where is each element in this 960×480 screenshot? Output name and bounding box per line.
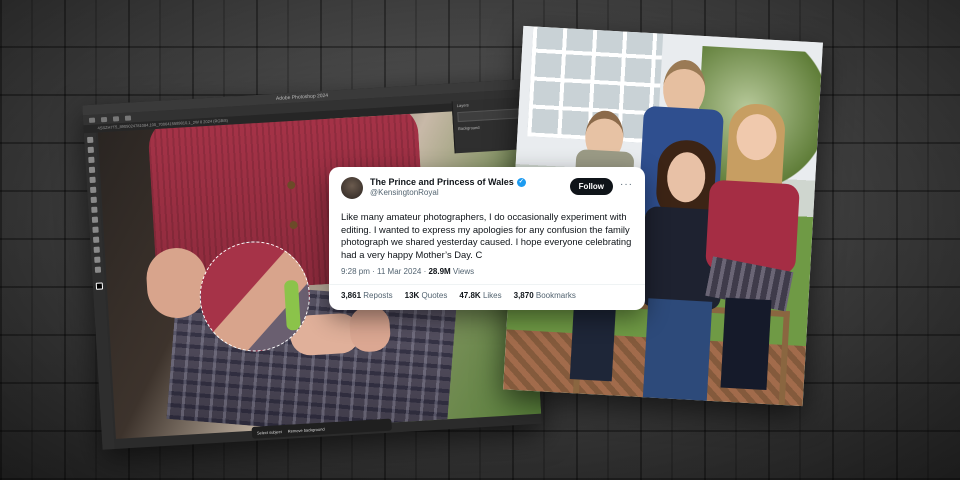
more-options-icon[interactable]: ···: [620, 177, 633, 193]
verified-badge-icon: ✓: [516, 177, 526, 187]
display-name[interactable]: The Prince and Princess of Wales: [370, 177, 514, 187]
ps-layers-panel: Layers Background: [451, 97, 526, 154]
likes-label: Likes: [482, 291, 502, 301]
type-tool-icon[interactable]: [93, 246, 100, 253]
eraser-tool-icon[interactable]: [91, 216, 99, 223]
tweet-author: The Prince and Princess of Wales ✓ @Kens…: [370, 177, 570, 197]
follow-button[interactable]: Follow: [569, 178, 613, 195]
bookmarks-stat[interactable]: 3,870 Bookmarks: [514, 291, 576, 300]
divider: [329, 284, 645, 286]
reposts-label: Reposts: [363, 291, 393, 301]
avatar[interactable]: [341, 177, 363, 199]
views-count: 28.9M: [428, 267, 451, 277]
display-name-row[interactable]: The Prince and Princess of Wales ✓: [370, 177, 570, 187]
crop-tool-icon[interactable]: [88, 166, 96, 174]
select-subject-button[interactable]: Select subject: [257, 429, 282, 435]
reposts-count: 3,861: [341, 291, 362, 301]
clone-tool-icon[interactable]: [91, 206, 98, 213]
tweet-header: The Prince and Princess of Wales ✓ @Kens…: [341, 177, 633, 207]
reposts-stat[interactable]: 3,861 Reposts: [341, 291, 393, 300]
bookmarks-count: 3,870: [513, 291, 534, 301]
likes-count: 47.8K: [459, 291, 481, 301]
quotes-count: 13K: [404, 291, 420, 301]
canvas-hand: [348, 305, 392, 353]
marquee-tool-icon[interactable]: [87, 146, 94, 154]
tweet-timestamp[interactable]: 9:28 pm · 11 Mar 2024 ·: [341, 267, 428, 276]
lasso-icon[interactable]: [100, 116, 108, 122]
foreground-color-swatch[interactable]: [95, 282, 103, 290]
feather-icon[interactable]: [124, 114, 132, 121]
zoom-tool-icon[interactable]: [94, 266, 102, 273]
hand-tool-icon[interactable]: [94, 256, 101, 263]
photo-girl: [698, 102, 804, 397]
pen-tool-icon[interactable]: [92, 236, 100, 243]
move-tool-icon[interactable]: [87, 136, 94, 144]
tweet-meta: 9:28 pm · 11 Mar 2024 · 28.9M Views: [341, 267, 633, 276]
layer-name: Background: [458, 124, 480, 132]
handle[interactable]: @KensingtonRoyal: [370, 188, 570, 197]
selection-mode-icon[interactable]: [112, 115, 120, 122]
gradient-tool-icon[interactable]: [92, 226, 99, 233]
brush-tool-icon[interactable]: [90, 196, 97, 204]
tweet-stats: 3,861 Reposts 13K Quotes 47.8K Likes 3,8…: [341, 291, 633, 300]
tweet-text: Like many amateur photographers, I do oc…: [341, 211, 632, 260]
home-icon[interactable]: [88, 117, 96, 123]
views-label: Views: [450, 267, 475, 277]
bookmarks-label: Bookmarks: [535, 291, 576, 301]
tweet-card: The Prince and Princess of Wales ✓ @Kens…: [329, 167, 645, 310]
healing-tool-icon[interactable]: [90, 186, 97, 194]
quotes-label: Quotes: [421, 291, 448, 301]
quotes-stat[interactable]: 13K Quotes: [405, 291, 448, 300]
likes-stat[interactable]: 47.8K Likes: [459, 291, 501, 300]
lasso-tool-icon[interactable]: [88, 156, 95, 164]
eyedropper-tool-icon[interactable]: [89, 176, 96, 184]
remove-background-button[interactable]: Remove background: [288, 426, 325, 433]
